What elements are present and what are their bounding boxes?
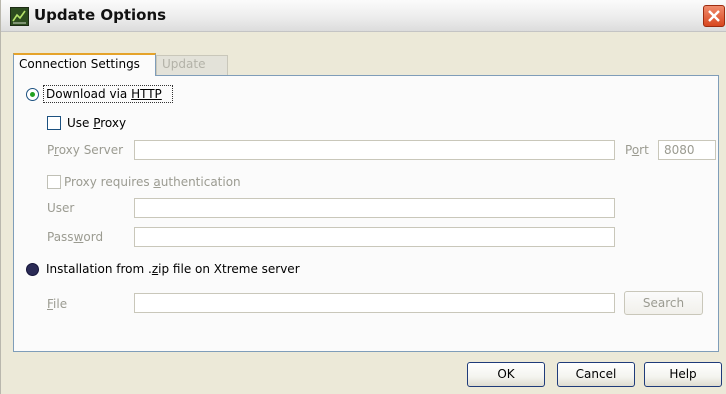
radio-install-zip[interactable] xyxy=(26,263,39,276)
proxy-server-label: Proxy Server xyxy=(47,143,124,157)
port-label: Port xyxy=(625,143,649,157)
ok-button[interactable]: OK xyxy=(467,362,545,387)
use-proxy-checkbox[interactable] xyxy=(47,116,61,130)
port-input[interactable]: 8080 xyxy=(658,140,716,160)
connection-settings-panel: Download via HTTP Use Proxy Proxy Server… xyxy=(13,75,719,352)
download-http-label[interactable]: Download via HTTP xyxy=(46,87,162,101)
proxy-server-input[interactable] xyxy=(134,140,615,160)
app-chart-icon xyxy=(10,7,29,26)
title-bar[interactable]: Update Options xyxy=(1,0,726,32)
file-label: File xyxy=(47,297,68,311)
proxy-auth-checkbox[interactable] xyxy=(47,175,61,189)
proxy-auth-label[interactable]: Proxy requires authentication xyxy=(64,175,241,189)
search-button[interactable]: Search xyxy=(624,291,703,315)
password-label: Password xyxy=(47,230,104,244)
help-button[interactable]: Help xyxy=(644,362,722,387)
user-label: User xyxy=(47,201,75,215)
tab-update[interactable]: Update xyxy=(156,55,228,75)
close-icon[interactable] xyxy=(703,5,725,27)
window-title: Update Options xyxy=(34,6,167,24)
cancel-button[interactable]: Cancel xyxy=(557,362,635,387)
radio-download-http[interactable] xyxy=(26,88,39,101)
tab-connection-settings[interactable]: Connection Settings xyxy=(13,53,156,76)
password-input[interactable] xyxy=(134,227,615,247)
file-input[interactable] xyxy=(134,293,615,313)
user-input[interactable] xyxy=(134,198,615,218)
update-options-window: Update Options Connection Settings Updat… xyxy=(0,0,726,394)
use-proxy-label[interactable]: Use Proxy xyxy=(67,116,126,130)
install-zip-label[interactable]: Installation from .zip file on Xtreme se… xyxy=(46,262,300,276)
